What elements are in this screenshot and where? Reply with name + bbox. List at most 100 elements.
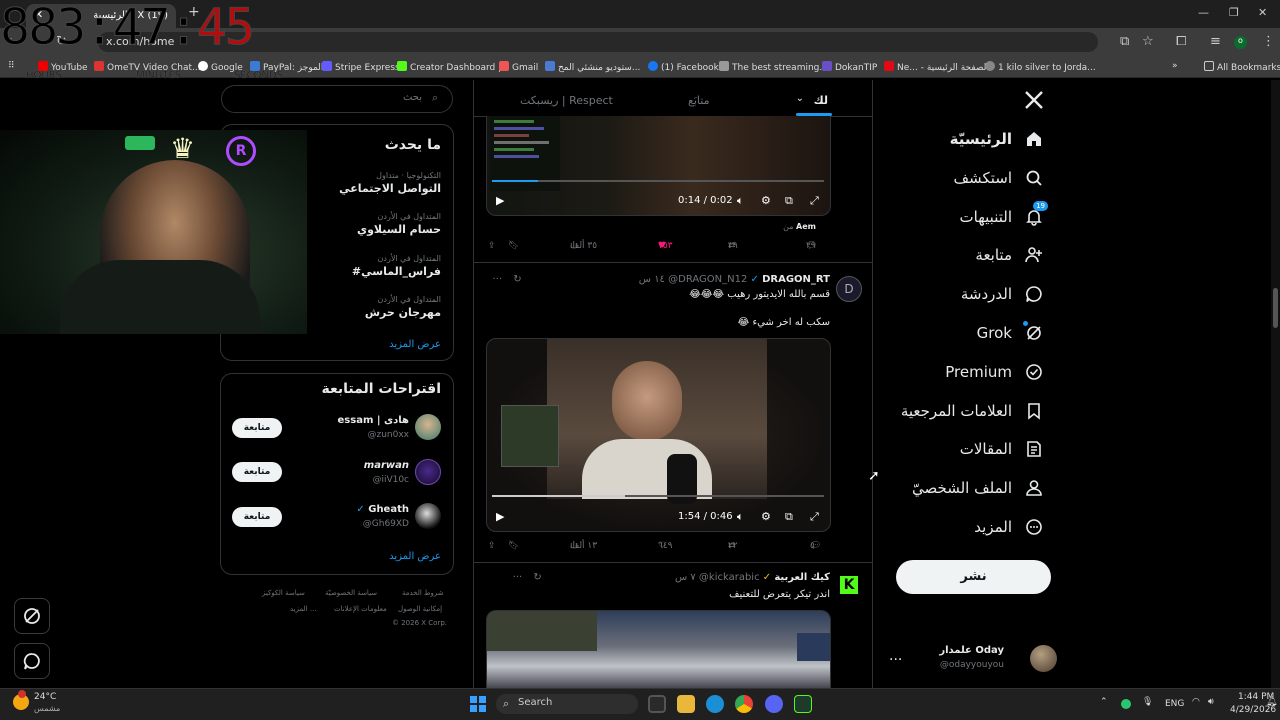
show-more-link[interactable]: عرض المزيد bbox=[389, 551, 441, 562]
sidebar-item-profile[interactable]: الملف الشخصيّ bbox=[880, 478, 1050, 502]
replies-count[interactable]: ٥ 💬︎ bbox=[810, 541, 821, 551]
tab-respect[interactable]: ريسبكت | Respect bbox=[520, 94, 613, 107]
share-icon[interactable]: ⇪ bbox=[488, 241, 496, 251]
tweet2-video[interactable] bbox=[486, 338, 831, 532]
bookmark-gmail[interactable]: Gmail bbox=[499, 61, 538, 73]
speaker-icon[interactable]: 🔊︎ bbox=[1208, 697, 1214, 707]
messages-float-button[interactable] bbox=[14, 643, 50, 679]
sidebar-item-search[interactable]: استكشف bbox=[880, 168, 1050, 192]
likes-count[interactable]: ٦٤٩ ♡ bbox=[658, 541, 673, 551]
bookmark-stripe[interactable]: Stripe Express bbox=[322, 61, 400, 73]
suggestion-name[interactable]: essam | هادى bbox=[338, 415, 409, 426]
apps-icon[interactable]: ⠿ bbox=[8, 61, 15, 71]
maximize-icon[interactable]: ❐ bbox=[1229, 6, 1239, 19]
reposts-count[interactable]: ٣٩ ⇄ bbox=[728, 241, 738, 251]
sidebar-item-home[interactable]: الرئيسيّة bbox=[880, 129, 1050, 153]
bookmark-facebook[interactable]: (1) Facebook bbox=[648, 61, 719, 73]
replies-count[interactable]: ٢٩ 💬︎ bbox=[806, 241, 817, 251]
follow-button[interactable]: متابعة bbox=[232, 462, 282, 482]
scrollbar-thumb[interactable] bbox=[1273, 288, 1278, 328]
avatar[interactable] bbox=[415, 459, 441, 485]
footer-privacy[interactable]: سياسة الخصوصيّة bbox=[325, 589, 377, 597]
suggestion-name[interactable]: ✓ Gheath bbox=[356, 504, 409, 515]
settings-icon[interactable]: ⚙︎ bbox=[761, 510, 771, 523]
settings-icon[interactable]: ⚙︎ bbox=[761, 194, 771, 207]
volume-icon[interactable]: 🔈︎ bbox=[737, 510, 744, 524]
bookmark-icon[interactable]: 🔖︎ bbox=[508, 541, 519, 551]
install-icon[interactable]: ⧉ bbox=[1120, 34, 1129, 49]
tab-following[interactable]: متابَع bbox=[688, 94, 709, 107]
bookmark-icon[interactable]: 🔖︎ bbox=[508, 241, 519, 251]
avatar[interactable]: D bbox=[836, 276, 862, 302]
share-icon[interactable]: ⇪ bbox=[488, 541, 496, 551]
wifi-icon[interactable]: ◠ bbox=[1192, 697, 1200, 707]
pip-icon[interactable]: ⧉ bbox=[785, 510, 793, 524]
menu-icon[interactable]: ⋮ bbox=[1262, 34, 1275, 49]
tray-status-icon[interactable] bbox=[1121, 699, 1131, 709]
bookmark-silver[interactable]: 1 kilo silver to Jorda... bbox=[985, 61, 1096, 73]
scrollbar[interactable] bbox=[1271, 80, 1280, 688]
chrome-icon[interactable] bbox=[735, 695, 753, 713]
windows-start-icon[interactable] bbox=[470, 696, 486, 712]
discord-icon[interactable] bbox=[765, 695, 783, 713]
suggestion-name[interactable]: marwan bbox=[364, 460, 409, 471]
trend-item[interactable]: مهرجان حرش bbox=[365, 306, 441, 319]
sidebar-item-chat[interactable]: الدردشة bbox=[880, 284, 1050, 308]
minimize-icon[interactable]: — bbox=[1198, 6, 1209, 19]
sidebar-item-add-user[interactable]: متابعة bbox=[880, 245, 1050, 269]
tray-overflow-icon[interactable]: ⌃ bbox=[1100, 697, 1108, 707]
tweet1-video[interactable] bbox=[486, 116, 831, 216]
microphone-icon[interactable]: 🎙︎ bbox=[1142, 697, 1153, 707]
sidebar-item-bookmark[interactable]: العلامات المرجعية bbox=[880, 401, 1050, 425]
play-icon[interactable]: ▶ bbox=[496, 510, 504, 523]
trend-item[interactable]: حسام السيلاوي bbox=[357, 223, 441, 236]
tweet1-progress-track[interactable] bbox=[492, 180, 824, 182]
chevron-down-icon[interactable]: ⌄ bbox=[796, 93, 804, 104]
views-count[interactable]: ٣٥ ألف ılı bbox=[570, 241, 597, 251]
sidebar-item-premium[interactable]: Premium bbox=[880, 362, 1050, 386]
show-more-link[interactable]: عرض المزيد bbox=[389, 339, 441, 350]
edge-icon[interactable] bbox=[706, 695, 724, 713]
sidebar-item-article[interactable]: المقالات bbox=[880, 439, 1050, 463]
bookmark-studio[interactable]: ستوديو منشئي المح... bbox=[545, 61, 640, 73]
sidebar-item-bell[interactable]: التنبيهات 19 bbox=[880, 201, 1050, 231]
weather-temp[interactable]: 24°C bbox=[34, 692, 56, 702]
all-bookmarks[interactable]: All Bookmarks bbox=[1204, 61, 1280, 73]
kick-app-icon[interactable] bbox=[794, 695, 812, 713]
bookmark-creator[interactable]: Creator Dashboard |... bbox=[397, 61, 510, 73]
task-view-icon[interactable] bbox=[648, 695, 666, 713]
bookmark-dokantip[interactable]: DokanTIP bbox=[822, 61, 877, 73]
tweet3-video[interactable] bbox=[486, 610, 831, 690]
footer-terms[interactable]: شروط الخدمة bbox=[402, 589, 444, 597]
bookmark-streaming[interactable]: The best streaming... bbox=[719, 61, 828, 73]
follow-button[interactable]: متابعة bbox=[232, 418, 282, 438]
extensions-icon[interactable]: ⧠ bbox=[1176, 34, 1186, 49]
notification-bell-icon[interactable]: 🔔︎ bbox=[1266, 697, 1277, 707]
search-input[interactable]: بحث bbox=[221, 85, 453, 113]
sidebar-item-more[interactable]: المزيد bbox=[880, 517, 1050, 541]
likes-count[interactable]: ٧٥٣ ♥ bbox=[658, 241, 673, 251]
bookmarks-overflow-icon[interactable]: » bbox=[1172, 61, 1178, 71]
follow-button[interactable]: متابعة bbox=[232, 507, 282, 527]
grok-icon[interactable]: ↻ bbox=[533, 572, 541, 583]
trend-item[interactable]: #فراس_الماسي bbox=[352, 265, 441, 278]
file-explorer-icon[interactable] bbox=[677, 695, 695, 713]
footer-more[interactable]: المزيد ... bbox=[290, 605, 317, 613]
grok-icon[interactable]: ↻ bbox=[513, 274, 521, 285]
kick-logo-icon[interactable]: K bbox=[840, 576, 858, 594]
footer-accessibility[interactable]: إمكانية الوصول bbox=[398, 605, 442, 613]
views-count[interactable]: ١٣ ألف ılı bbox=[570, 541, 597, 551]
avatar-icon[interactable]: o bbox=[1234, 36, 1247, 49]
more-options-icon[interactable]: ··· bbox=[492, 274, 502, 285]
footer-cookies[interactable]: سياسة الكوكيز bbox=[262, 589, 305, 597]
window-close-icon[interactable]: ✕ bbox=[1258, 6, 1267, 19]
pip-icon[interactable]: ⧉ bbox=[785, 194, 793, 208]
footer-ads-info[interactable]: معلومات الإعلانات bbox=[334, 605, 387, 613]
x-logo-icon[interactable] bbox=[1024, 90, 1044, 110]
grok-float-button[interactable] bbox=[14, 598, 50, 634]
tab-for-you[interactable]: لك bbox=[814, 94, 828, 107]
account-switcher[interactable]: ... علمدار Oday @odayyouyou bbox=[880, 640, 1057, 680]
language-indicator[interactable]: ENG bbox=[1165, 699, 1184, 709]
taskbar-search-input[interactable]: Search bbox=[496, 694, 638, 714]
star-icon[interactable]: ☆ bbox=[1142, 34, 1154, 49]
